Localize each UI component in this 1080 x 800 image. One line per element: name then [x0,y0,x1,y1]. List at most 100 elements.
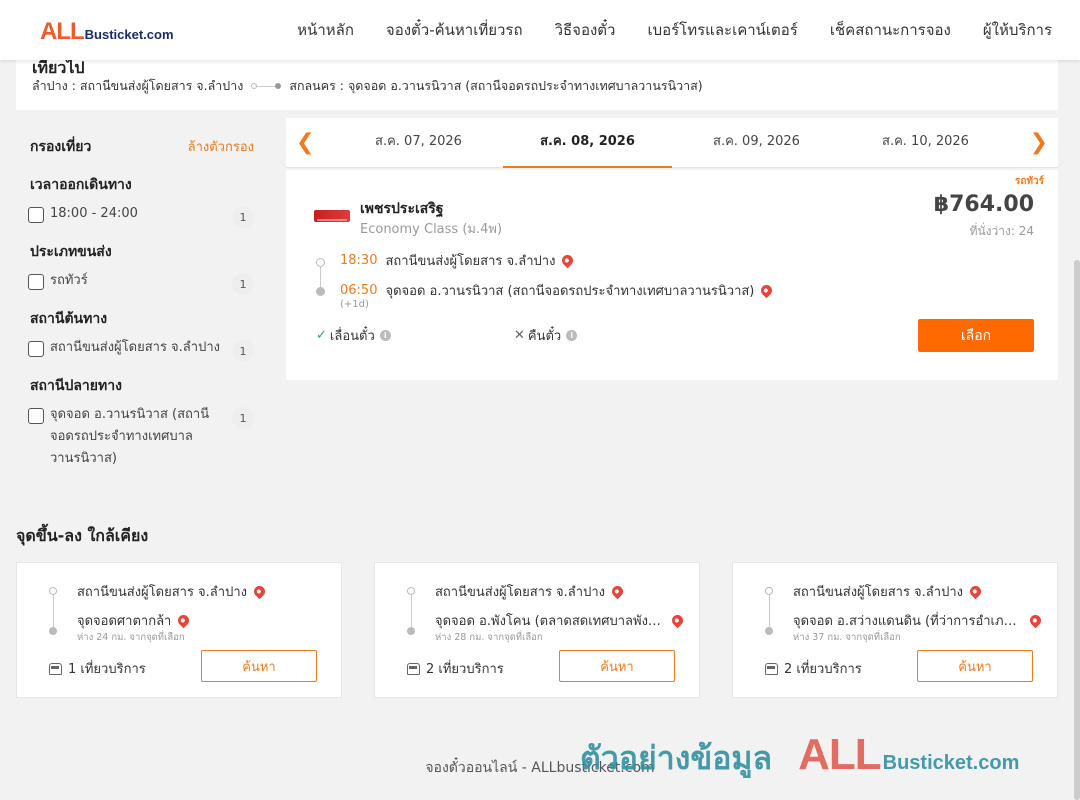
nearby-from: สถานีขนส่งผู้โดยสาร จ.ลำปาง [435,581,626,602]
nearby-search-button[interactable]: ค้นหา [201,650,317,682]
filter-option-type[interactable]: รถทัวร์ 1 [16,273,270,295]
nav-operators[interactable]: ผู้ให้บริการ [983,18,1052,42]
reschedule-label: เลื่อนตั๋ว [329,329,375,344]
nav-home[interactable]: หน้าหลัก [297,18,354,42]
bus-icon [765,662,778,675]
filter-option-time[interactable]: 18:00 - 24:00 1 [16,206,270,228]
nearby-from-label: สถานีขนส่งผู้โดยสาร จ.ลำปาง [793,585,963,600]
date-selector: ❮ ส.ค. 07, 2026 ส.ค. 08, 2026 ส.ค. 09, 2… [286,118,1058,168]
map-pin-icon[interactable] [176,612,192,629]
map-pin-icon[interactable] [609,583,626,600]
filter-group-departure-time: เวลาออกเดินทาง [30,177,132,193]
top-header: ALL Busticket.com หน้าหลัก จองตั๋ว-ค้นหา… [0,0,1080,60]
map-pin-icon[interactable] [251,583,268,600]
date-tab[interactable]: ส.ค. 09, 2026 [672,118,841,168]
nearby-section-title: จุดขึ้น-ลง ใกล้เคียง [16,526,149,545]
route-connector-icon [251,83,282,89]
footer-text: จองตั๋วออนไลน์ - ALLbusticket.com [425,760,655,776]
route-summary: เที่ยวไป ลำปาง : สถานีขนส่งผู้โดยสาร จ.ล… [16,58,1058,110]
filter-option-label: 18:00 - 24:00 [50,206,138,221]
date-tab[interactable]: ส.ค. 10, 2026 [841,118,1010,168]
nearby-to-label: จุดจอด อ.พังโคน (ตลาดสดเทศบาลพังโคน) [435,614,665,629]
page-scrollbar[interactable] [1074,260,1080,800]
trip-price: ฿764.00 [933,192,1034,217]
transport-type-badge: รถทัวร์ [1014,176,1044,187]
checkbox[interactable] [28,274,44,290]
cross-icon: ✕ [514,328,525,343]
nearby-distance: ห่าง 37 กม. จากจุดที่เลือก [793,632,901,643]
departure-time: 18:30 [340,253,378,268]
nav-how-to-book[interactable]: วิธีจองตั๋ว [555,18,616,42]
nearby-to: จุดจอด อ.พังโคน (ตลาดสดเทศบาลพังโคน) [435,610,686,631]
map-pin-icon[interactable] [967,583,984,600]
filter-option-label: รถทัวร์ [50,273,88,288]
filter-option-origin[interactable]: สถานีขนส่งผู้โดยสาร จ.ลำปาง 1 [16,340,270,362]
filter-group-origin: สถานีต้นทาง [30,311,108,327]
checkbox[interactable] [28,207,44,223]
logo-all: ALL [40,18,85,45]
site-logo[interactable]: ALL Busticket.com [40,18,174,46]
map-pin-icon[interactable] [560,252,576,269]
refund-policy: ✕ คืนตั๋ว i [514,325,578,346]
nearby-to-label: จุดจอด อ.สว่างแดนดิน (ที่ว่าการอำเภอสว่า… [793,614,1023,629]
main-nav: หน้าหลัก จองตั๋ว-ค้นหาเที่ยวรถ วิธีจองตั… [297,0,1052,60]
nearby-search-button[interactable]: ค้นหา [917,650,1033,682]
route-line: ลำปาง : สถานีขนส่งผู้โดยสาร จ.ลำปาง สกลน… [32,76,703,96]
filter-count-badge: 1 [232,407,254,429]
seat-class: Economy Class (ม.4พ) [360,222,503,237]
departure-station: สถานีขนส่งผู้โดยสาร จ.ลำปาง [385,254,556,269]
date-tab-active[interactable]: ส.ค. 08, 2026 [503,118,672,168]
nearby-from: สถานีขนส่งผู้โดยสาร จ.ลำปาง [77,581,268,602]
operator-logo-icon [314,210,350,222]
arrival-stop: 06:50 จุดจอด อ.วานรนิวาส (สถานีจอดรถประจ… [340,280,775,301]
info-icon[interactable]: i [379,330,391,341]
checkbox[interactable] [28,341,44,357]
departure-stop: 18:30 สถานีขนส่งผู้โดยสาร จ.ลำปาง [340,250,576,271]
select-trip-button[interactable]: เลือก [918,319,1034,352]
nearby-trips-label: 2 เที่ยวบริการ [426,662,504,677]
filter-option-destination[interactable]: จุดจอด อ.วานรนิวาส (สถานีจอดรถประจำทางเท… [16,407,270,470]
nearby-to: จุดจอด อ.สว่างแดนดิน (ที่ว่าการอำเภอสว่า… [793,610,1044,631]
chevron-right-icon[interactable]: ❯ [1030,130,1048,155]
map-pin-icon[interactable] [669,612,686,629]
refund-label: คืนตั๋ว [527,329,562,344]
seats-available: ที่นั่งว่าง: 24 [969,224,1034,238]
nearby-from: สถานีขนส่งผู้โดยสาร จ.ลำปาง [793,581,984,602]
clear-filters-link[interactable]: ล้างตัวกรอง [188,136,254,158]
filter-count-badge: 1 [232,206,254,228]
nearby-from-label: สถานีขนส่งผู้โดยสาร จ.ลำปาง [435,585,605,600]
operator-name: เพชรประเสริฐ [360,201,444,217]
plus-day-note: (+1d) [340,299,369,310]
filter-title: กรองเที่ยว [30,139,92,155]
info-icon[interactable]: i [566,330,578,341]
date-tab[interactable]: ส.ค. 07, 2026 [334,118,503,168]
check-icon: ✓ [316,328,327,343]
nearby-distance: ห่าง 24 กม. จากจุดที่เลือก [77,632,185,643]
checkbox[interactable] [28,408,44,424]
nearby-card: สถานีขนส่งผู้โดยสาร จ.ลำปาง จุดจอด อ.พัง… [374,562,700,698]
nearby-distance: ห่าง 28 กม. จากจุดที่เลือก [435,632,543,643]
arrival-station: จุดจอด อ.วานรนิวาส (สถานีจอดรถประจำทางเท… [385,284,755,299]
map-pin-icon[interactable] [759,282,775,299]
logo-busticket: Busticket.com [84,27,174,42]
bus-icon [407,662,420,675]
filter-option-label: สถานีขนส่งผู้โดยสาร จ.ลำปาง [50,340,220,355]
map-pin-icon[interactable] [1027,612,1044,629]
reschedule-policy: ✓ เลื่อนตั๋ว i [316,325,391,346]
nearby-trips: 2 เที่ยวบริการ [407,658,504,679]
filter-group-destination: สถานีปลายทาง [30,378,122,394]
nav-check-status[interactable]: เช็คสถานะการจอง [830,18,951,42]
filter-count-badge: 1 [232,273,254,295]
nearby-trips: 2 เที่ยวบริการ [765,658,862,679]
nearby-from-label: สถานีขนส่งผู้โดยสาร จ.ลำปาง [77,585,247,600]
arrival-time: 06:50 [340,283,378,298]
nearby-card: สถานีขนส่งผู้โดยสาร จ.ลำปาง จุดจอดศาตากล… [16,562,342,698]
nearby-search-button[interactable]: ค้นหา [559,650,675,682]
filter-group-transport-type: ประเภทขนส่ง [30,244,112,260]
nearby-trips: 1 เที่ยวบริการ [49,658,146,679]
filter-option-label: จุดจอด อ.วานรนิวาส (สถานีจอดรถประจำทางเท… [50,407,210,466]
chevron-left-icon[interactable]: ❮ [296,130,314,155]
nav-contact-counter[interactable]: เบอร์โทรและเคาน์เตอร์ [647,18,797,42]
filter-count-badge: 1 [232,340,254,362]
nav-booking[interactable]: จองตั๋ว-ค้นหาเที่ยวรถ [386,18,523,42]
